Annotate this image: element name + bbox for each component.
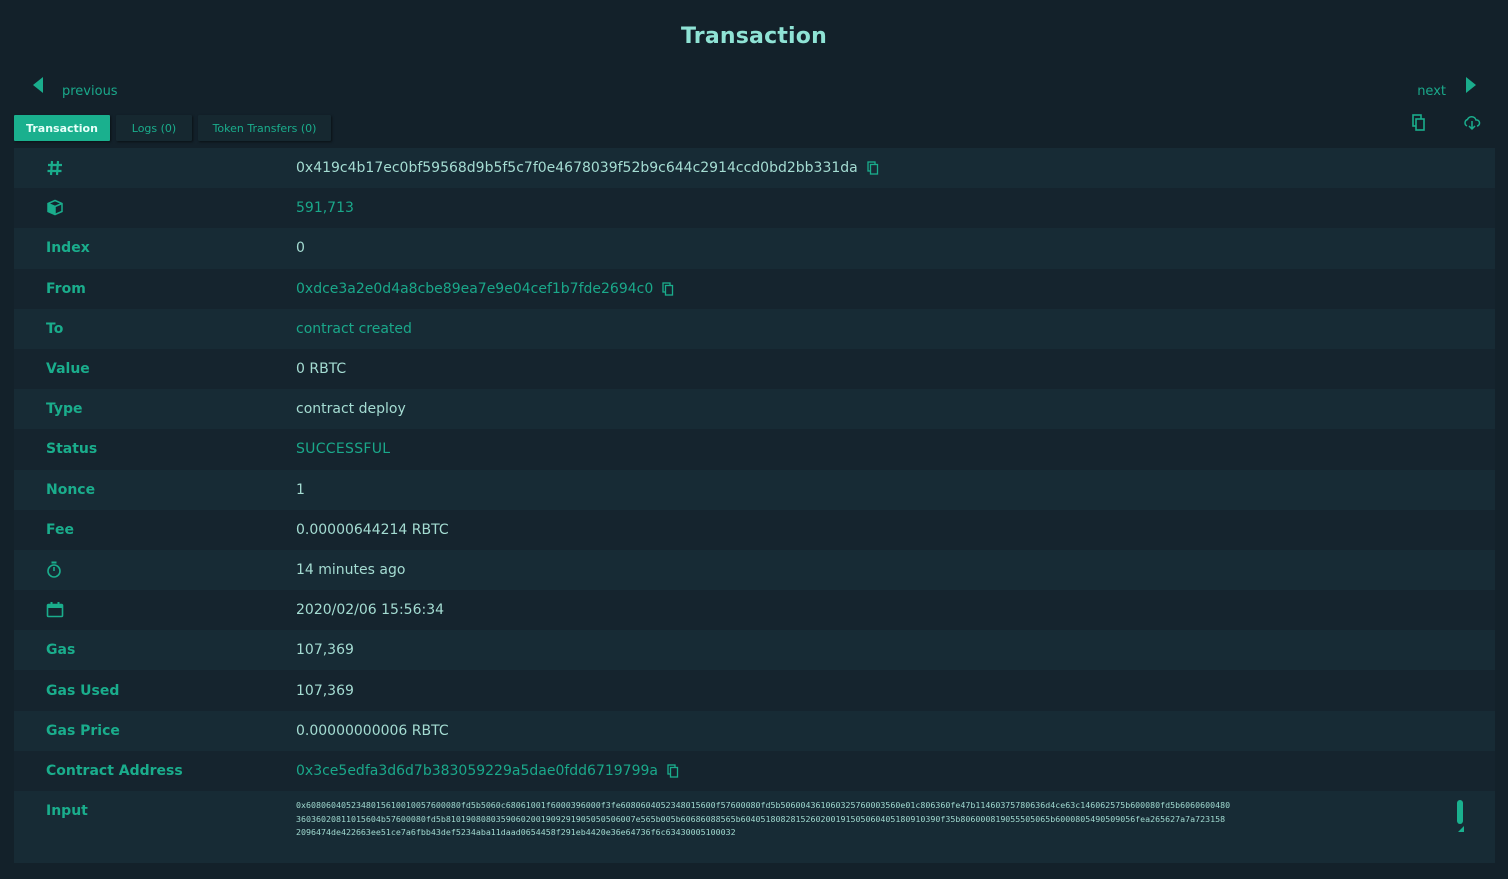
row-block: 591,713 [14,188,1495,229]
block-link[interactable]: 591,713 [296,200,354,216]
value-label: Value [46,361,90,378]
index-label: Index [46,240,90,257]
contract-address-link[interactable]: 0x3ce5edfa3d6d7b383059229a5dae0fdd671979… [296,763,658,779]
previous-button[interactable]: previous [33,76,118,99]
input-scrollbar[interactable] [1457,800,1463,824]
copy-icon[interactable] [1408,113,1428,133]
copy-hash-icon[interactable] [866,161,880,175]
value-amount: 0 RBTC [296,361,347,378]
hash-value: 0x419c4b17ec0bf59568d9b5f5c7f0e4678039f5… [296,160,858,177]
fee-value: 0.00000644214 RBTC [296,521,449,538]
from-label: From [46,280,86,297]
row-gas-used: Gas Used 107,369 [14,670,1495,711]
row-from: From 0xdce3a2e0d4a8cbe89ea7e9e04cef1b7fd… [14,268,1495,309]
type-label: Type [46,401,83,418]
toolbar [1408,113,1482,133]
transaction-details: 0x419c4b17ec0bf59568d9b5f5c7f0e4678039f5… [14,148,1495,863]
gas-used-label: Gas Used [46,682,120,699]
status-badge: SUCCESSFUL [296,441,391,458]
row-type: Type contract deploy [14,389,1495,430]
gas-price-value: 0.00000000006 RBTC [296,722,449,739]
row-nonce: Nonce 1 [14,469,1495,510]
input-data-textarea[interactable]: 0x6080604052348015610010057600080fd5b506… [296,799,1464,835]
row-contract-address: Contract Address 0x3ce5edfa3d6d7b3830592… [14,750,1495,791]
contract-address-label: Contract Address [46,762,183,779]
stopwatch-icon [14,561,296,579]
input-line: 0x6080604052348015610010057600080fd5b506… [296,800,1231,810]
nonce-label: Nonce [46,481,96,498]
copy-from-icon[interactable] [661,282,675,296]
tab-token-transfers[interactable]: Token Transfers (0) [198,115,331,141]
row-date: 2020/02/06 15:56:34 [14,590,1495,631]
tab-transaction[interactable]: Transaction [14,115,110,141]
row-index: Index 0 [14,228,1495,269]
date-value: 2020/02/06 15:56:34 [296,602,445,619]
row-value: Value 0 RBTC [14,348,1495,390]
hash-icon [14,159,296,177]
cube-icon [14,199,296,217]
fee-label: Fee [46,521,74,538]
gas-label: Gas [46,642,76,659]
page-title: Transaction [681,24,827,49]
tab-logs[interactable]: Logs (0) [116,115,192,141]
calendar-icon [14,601,296,619]
gas-used-value: 107,369 [296,682,354,699]
tab-bar: Transaction Logs (0) Token Transfers (0) [14,115,331,141]
age-value: 14 minutes ago [296,561,406,578]
row-gas: Gas 107,369 [14,630,1495,671]
input-line: 2096474de422663ee51ce7a6fbb43def5234aba1… [296,827,736,835]
index-value: 0 [296,240,305,257]
gas-price-label: Gas Price [46,722,120,739]
to-label: To [46,320,64,337]
resize-handle-icon[interactable] [1458,826,1464,832]
to-value[interactable]: contract created [296,321,412,337]
row-input: Input 0x6080604052348015610010057600080f… [14,791,1495,863]
row-age: 14 minutes ago [14,549,1495,591]
row-gas-price: Gas Price 0.00000000006 RBTC [14,710,1495,751]
row-status: Status SUCCESSFUL [14,429,1495,470]
nonce-value: 1 [296,481,305,498]
row-fee: Fee 0.00000644214 RBTC [14,509,1495,550]
cloud-download-icon[interactable] [1462,113,1482,133]
previous-label: previous [62,84,118,99]
next-button[interactable]: next [1417,76,1476,99]
from-address-link[interactable]: 0xdce3a2e0d4a8cbe89ea7e9e04cef1b7fde2694… [296,281,653,297]
arrow-left-icon [33,76,43,93]
row-to: To contract created [14,308,1495,349]
gas-value: 107,369 [296,642,354,659]
row-hash: 0x419c4b17ec0bf59568d9b5f5c7f0e4678039f5… [14,148,1495,189]
arrow-right-icon [1466,76,1476,93]
next-label: next [1417,84,1446,99]
type-value: contract deploy [296,401,406,418]
status-label: Status [46,441,98,458]
input-line: 36036020811015604b57600080fd5b8101908080… [296,813,1226,824]
copy-contract-address-icon[interactable] [666,764,680,778]
input-label: Input [46,803,88,819]
